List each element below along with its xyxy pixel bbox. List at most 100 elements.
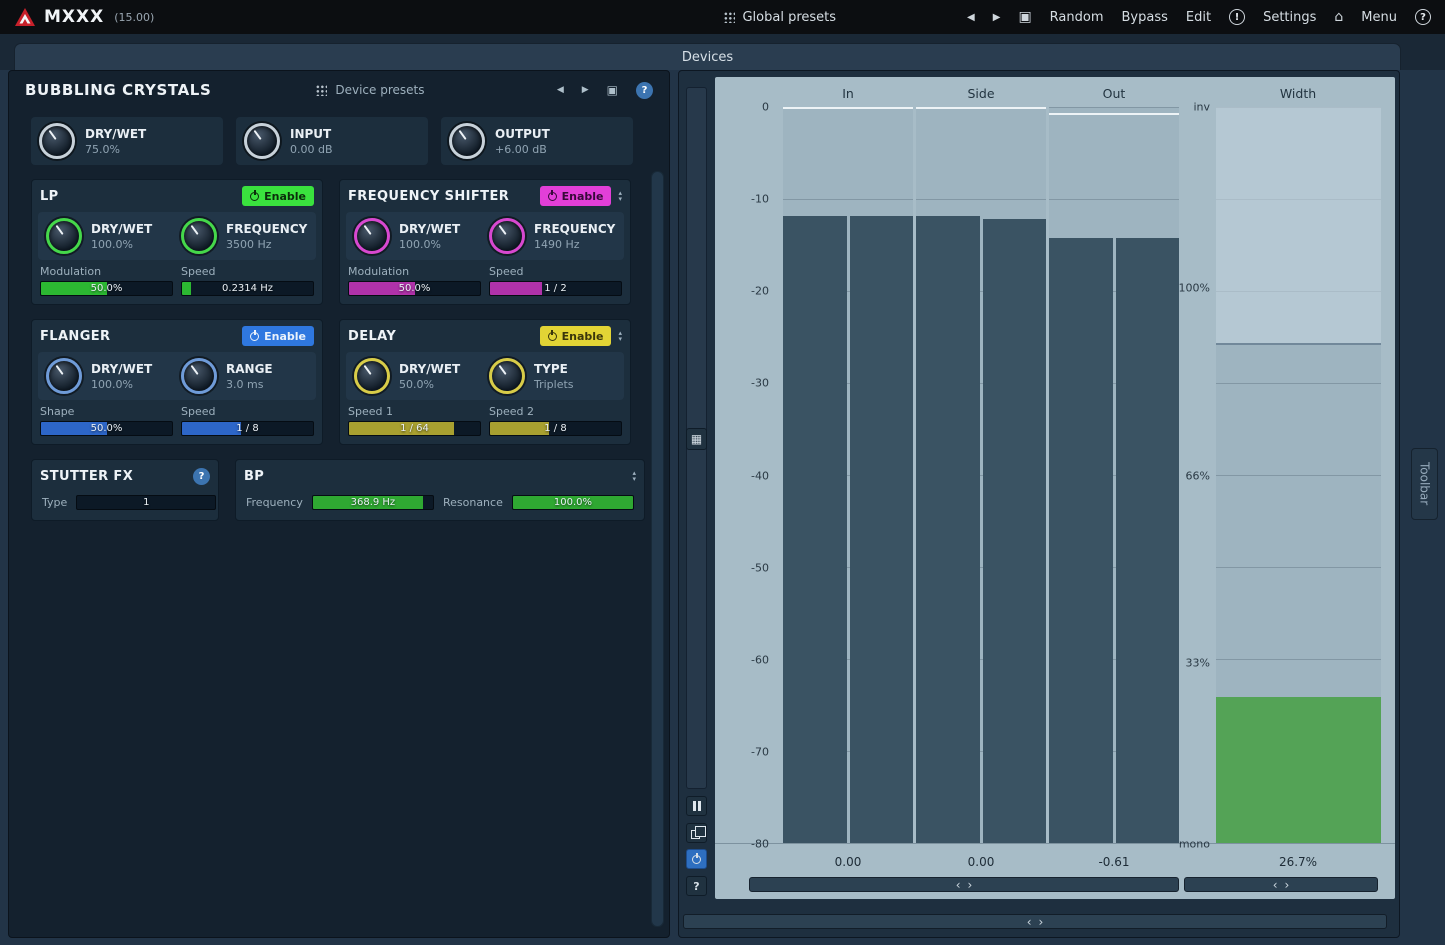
knob-dry-wet[interactable]: DRY/WET 75.0%	[31, 117, 223, 165]
module-header[interactable]: FREQUENCY SHIFTER Enable ▴▾	[346, 183, 624, 209]
menu-button[interactable]: Menu	[1361, 10, 1397, 25]
info-icon[interactable]: !	[1229, 9, 1245, 25]
layout-button[interactable]	[686, 823, 707, 843]
speed1-slider[interactable]: 1 / 64	[348, 421, 481, 436]
module-header[interactable]: DELAY Enable ▴▾	[346, 323, 624, 349]
tab-toolbar[interactable]: Toolbar	[1411, 448, 1438, 520]
knob[interactable]	[181, 358, 217, 394]
level-fill	[783, 216, 847, 843]
knob[interactable]	[46, 358, 82, 394]
knob-type[interactable]: TYPE Triplets	[489, 358, 616, 394]
scroll-right-icon[interactable]: ›	[968, 879, 973, 891]
device-presets-button[interactable]: Device presets	[315, 83, 424, 97]
device-help-icon[interactable]: ?	[636, 82, 653, 99]
slider-label: Frequency	[246, 496, 303, 509]
meter-scrollbar-right[interactable]: ‹ ›	[1184, 877, 1378, 892]
knob[interactable]	[39, 123, 75, 159]
peak-marker	[783, 107, 913, 109]
knob-dry-wet[interactable]: DRY/WET 50.0%	[354, 358, 481, 394]
knob-frequency[interactable]: FREQUENCY 1490 Hz	[489, 218, 616, 254]
module-knobs: DRY/WET 100.0% FREQUENCY 3500 Hz	[38, 212, 316, 260]
modulation-slider[interactable]: 50.0%	[348, 281, 481, 296]
meter-readout: 0.00	[835, 855, 862, 869]
preset-box-icon[interactable]: ▣	[607, 83, 618, 97]
shape-slider[interactable]: 50.0%	[40, 421, 173, 436]
help-icon[interactable]: ?	[1415, 9, 1431, 25]
enable-button[interactable]: Enable	[540, 326, 612, 346]
knob-frequency[interactable]: FREQUENCY 3500 Hz	[181, 218, 308, 254]
next-preset-button[interactable]: ▶	[993, 12, 1001, 23]
knob[interactable]	[181, 218, 217, 254]
home-icon[interactable]: ⌂	[1334, 9, 1343, 25]
module-knobs: DRY/WET 100.0% RANGE 3.0 ms	[38, 352, 316, 400]
enable-button[interactable]: Enable	[242, 326, 314, 346]
scroll-left-icon[interactable]: ‹	[1027, 916, 1032, 928]
module-header[interactable]: STUTTER FX ?	[38, 463, 212, 489]
tab-devices[interactable]: Devices	[14, 43, 1401, 70]
melda-logo-icon	[14, 7, 36, 27]
resonance-slider[interactable]: 100.0%	[512, 495, 634, 510]
previous-preset-button[interactable]: ◀	[967, 12, 975, 23]
edit-button[interactable]: Edit	[1186, 10, 1211, 25]
knob-name: TYPE	[534, 362, 574, 376]
scroll-left-icon[interactable]: ‹	[956, 879, 961, 891]
scroll-left-icon[interactable]: ‹	[1273, 879, 1278, 891]
meter-readout: 26.7%	[1279, 855, 1317, 869]
knob-dry-wet[interactable]: DRY/WET 100.0%	[46, 358, 173, 394]
module-header[interactable]: FLANGER Enable	[38, 323, 316, 349]
knob-range[interactable]: RANGE 3.0 ms	[181, 358, 308, 394]
collapse-toggle[interactable]: ▴▾	[618, 190, 622, 202]
slider-value: 50.0%	[349, 282, 480, 295]
knob[interactable]	[449, 123, 485, 159]
collapse-toggle[interactable]: ▴▾	[618, 330, 622, 342]
speed-slider[interactable]: 0.2314 Hz	[181, 281, 314, 296]
knob-dry-wet[interactable]: DRY/WET 100.0%	[354, 218, 481, 254]
knob-value: +6.00 dB	[495, 143, 550, 156]
speed-slider[interactable]: 1 / 8	[181, 421, 314, 436]
knob-output[interactable]: OUTPUT +6.00 dB	[441, 117, 633, 165]
knob-input[interactable]: INPUT 0.00 dB	[236, 117, 428, 165]
knob[interactable]	[354, 218, 390, 254]
speed-slider[interactable]: 1 / 2	[489, 281, 622, 296]
next-device-preset-button[interactable]: ▶	[582, 85, 589, 95]
horizontal-scrollbar[interactable]: ‹ ›	[683, 914, 1387, 929]
knob-name: DRY/WET	[399, 222, 460, 236]
analyzer-icon[interactable]: ▦	[686, 428, 707, 450]
preset-box-icon[interactable]: ▣	[1018, 9, 1031, 25]
enable-button[interactable]: Enable	[540, 186, 612, 206]
enable-button[interactable]: Enable	[242, 186, 314, 206]
settings-button[interactable]: Settings	[1263, 10, 1316, 25]
module-title: FREQUENCY SHIFTER	[348, 189, 509, 204]
global-presets-button[interactable]: Global presets	[723, 10, 836, 25]
bypass-button[interactable]: Bypass	[1122, 10, 1168, 25]
type-field[interactable]: 1	[76, 495, 216, 510]
knob[interactable]	[354, 358, 390, 394]
knob-value: 75.0%	[85, 143, 146, 156]
frequency-slider[interactable]: 368.9 Hz	[312, 495, 434, 510]
meter-panel: ▦ ? Bands In Side Out Width 0 -10 -20 -3…	[678, 70, 1400, 938]
meter-in	[783, 107, 913, 843]
knob-dry-wet[interactable]: DRY/WET 100.0%	[46, 218, 173, 254]
pause-icon	[693, 801, 701, 811]
random-button[interactable]: Random	[1050, 10, 1104, 25]
module-header[interactable]: BP ▴▾	[242, 463, 638, 489]
power-button[interactable]	[686, 849, 707, 869]
knob[interactable]	[244, 123, 280, 159]
device-scrollbar[interactable]	[651, 171, 664, 927]
scroll-right-icon[interactable]: ›	[1039, 916, 1044, 928]
scrollbar-thumb[interactable]	[652, 172, 663, 926]
previous-device-preset-button[interactable]: ◀	[557, 85, 564, 95]
slider-value: 1 / 64	[349, 422, 480, 435]
module-help-icon[interactable]: ?	[193, 468, 210, 485]
knob[interactable]	[489, 358, 525, 394]
speed2-slider[interactable]: 1 / 8	[489, 421, 622, 436]
knob[interactable]	[46, 218, 82, 254]
collapse-toggle[interactable]: ▴▾	[632, 470, 636, 482]
knob[interactable]	[489, 218, 525, 254]
modulation-slider[interactable]: 50.0%	[40, 281, 173, 296]
module-header[interactable]: LP Enable	[38, 183, 316, 209]
meter-help-button[interactable]: ?	[686, 876, 707, 896]
pause-button[interactable]	[686, 796, 707, 816]
scroll-right-icon[interactable]: ›	[1285, 879, 1290, 891]
meter-scrollbar-left[interactable]: ‹ ›	[749, 877, 1179, 892]
